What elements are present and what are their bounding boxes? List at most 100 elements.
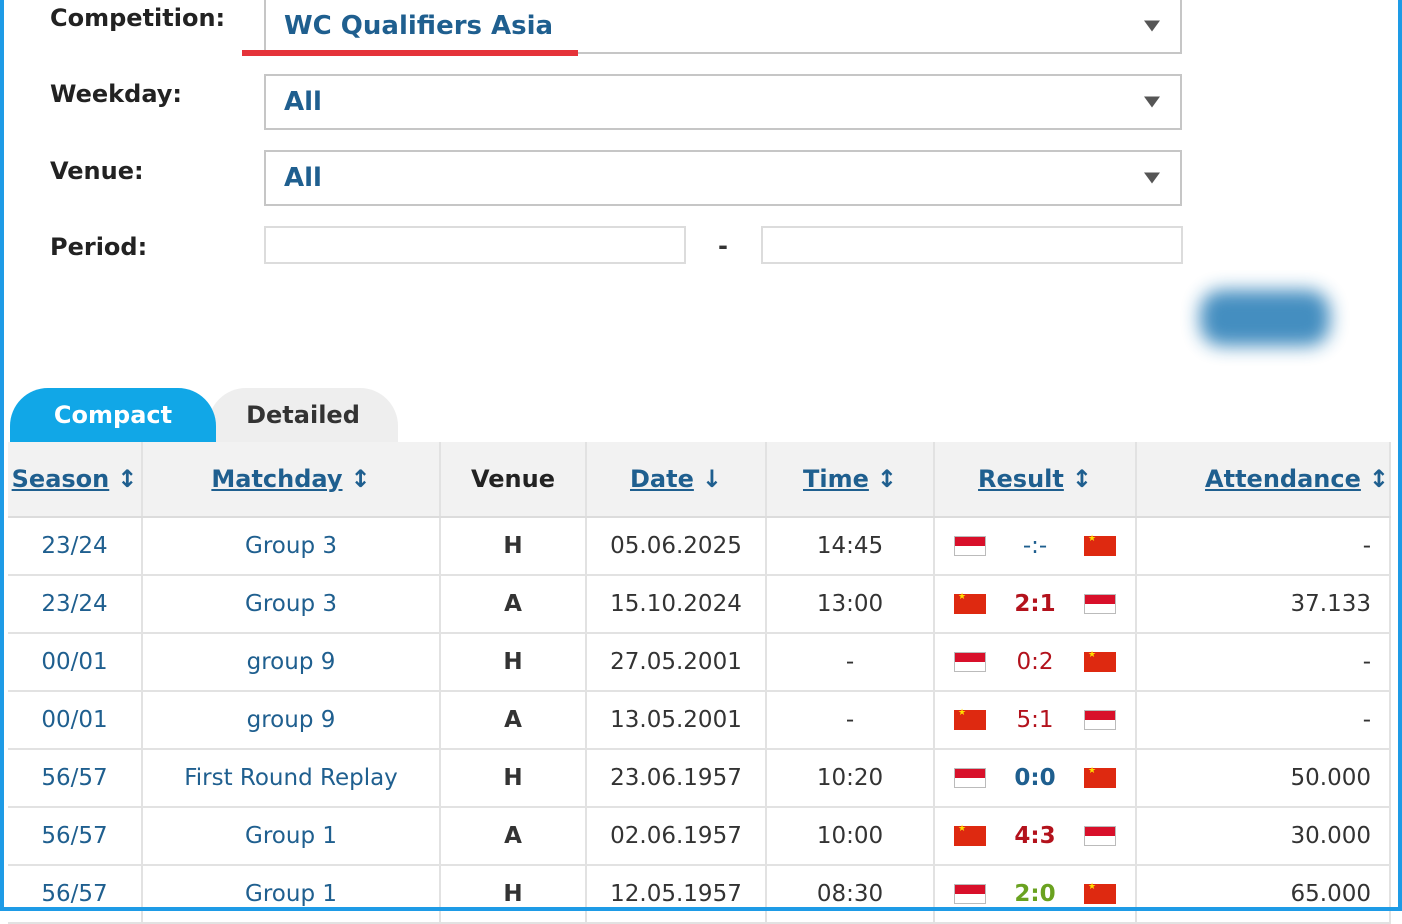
season-cell[interactable]: 00/01 bbox=[8, 691, 143, 750]
table-header-row: Season ↕ Matchday ↕ Venue Date ↓ Time ↕ Resu… bbox=[8, 442, 1391, 518]
date-cell: 23.06.1957 bbox=[586, 749, 767, 808]
date-cell: 05.06.2025 bbox=[586, 517, 767, 576]
attendance-cell: 65.000 bbox=[1136, 865, 1391, 924]
tab-detailed[interactable]: Detailed bbox=[208, 388, 398, 442]
result-cell[interactable]: 0:0 bbox=[934, 749, 1137, 808]
sort-down-icon: ↓ bbox=[701, 465, 722, 493]
sort-both-icon: ↕ bbox=[1368, 465, 1389, 493]
matchday-cell[interactable]: Group 3 bbox=[142, 517, 441, 576]
table-row: 23/24Group 3H05.06.202514:45 -:- - bbox=[8, 517, 1391, 576]
column-header-result[interactable]: Result ↕ bbox=[934, 442, 1137, 518]
matchday-cell[interactable]: Group 3 bbox=[142, 575, 441, 634]
column-header-time[interactable]: Time ↕ bbox=[766, 442, 935, 518]
sort-both-icon: ↕ bbox=[876, 465, 897, 493]
season-cell[interactable]: 56/57 bbox=[8, 865, 143, 924]
time-cell: - bbox=[766, 633, 935, 692]
indonesia-flag-icon bbox=[1083, 710, 1116, 730]
result-cell[interactable]: 4:3 bbox=[934, 807, 1137, 866]
result-cell[interactable]: 2:1 bbox=[934, 575, 1137, 634]
venue-cell: A bbox=[440, 807, 587, 866]
venue-select[interactable]: All bbox=[264, 150, 1182, 206]
indonesia-flag-icon bbox=[1084, 594, 1116, 614]
china-flag-icon bbox=[954, 592, 986, 614]
weekday-select[interactable]: All bbox=[264, 74, 1182, 130]
sort-both-icon: ↕ bbox=[1071, 465, 1092, 493]
attendance-cell: - bbox=[1136, 517, 1391, 576]
attendance-cell: 37.133 bbox=[1136, 575, 1391, 634]
table-row: 56/57Group 1A02.06.195710:00 4:3 30.000 bbox=[8, 807, 1391, 866]
period-from-input[interactable] bbox=[264, 226, 686, 264]
venue-label: Venue: bbox=[50, 157, 144, 185]
table-row: 00/01group 9A13.05.2001-5:1- bbox=[8, 691, 1391, 750]
attendance-cell: 30.000 bbox=[1136, 807, 1391, 866]
score[interactable]: 2:0 bbox=[1014, 881, 1055, 907]
date-cell: 12.05.1957 bbox=[586, 865, 767, 924]
result-cell[interactable]: 0:2 bbox=[934, 633, 1137, 692]
matchday-cell[interactable]: Group 1 bbox=[142, 807, 441, 866]
china-flag-icon bbox=[1084, 882, 1116, 904]
indonesia-flag-icon bbox=[954, 884, 986, 904]
season-cell[interactable]: 00/01 bbox=[8, 633, 143, 692]
sort-both-icon: ↕ bbox=[117, 465, 138, 493]
column-header-venue: Venue bbox=[440, 442, 587, 518]
table-row: 23/24Group 3A15.10.202413:00 2:1 37.133 bbox=[8, 575, 1391, 634]
season-cell[interactable]: 56/57 bbox=[8, 749, 143, 808]
time-cell: 10:20 bbox=[766, 749, 935, 808]
time-cell: 08:30 bbox=[766, 865, 935, 924]
season-cell[interactable]: 56/57 bbox=[8, 807, 143, 866]
result-cell[interactable]: -:- bbox=[934, 517, 1137, 576]
matchday-cell[interactable]: group 9 bbox=[142, 691, 441, 750]
china-flag-icon bbox=[954, 824, 986, 846]
chevron-down-icon bbox=[1144, 96, 1160, 108]
results-table: Season ↕ Matchday ↕ Venue Date ↓ Time ↕ Resu… bbox=[8, 442, 1391, 924]
submit-button[interactable] bbox=[1200, 290, 1330, 346]
score[interactable]: 0:2 bbox=[1016, 649, 1053, 675]
attendance-cell: 50.000 bbox=[1136, 749, 1391, 808]
date-cell: 27.05.2001 bbox=[586, 633, 767, 692]
time-cell: 14:45 bbox=[766, 517, 935, 576]
matchday-cell[interactable]: group 9 bbox=[142, 633, 441, 692]
highlight-underline bbox=[242, 50, 578, 56]
time-cell: 10:00 bbox=[766, 807, 935, 866]
period-separator: - bbox=[718, 232, 728, 260]
score[interactable]: 2:1 bbox=[1014, 591, 1055, 617]
result-cell[interactable]: 5:1 bbox=[934, 691, 1137, 750]
period-label: Period: bbox=[50, 233, 148, 261]
period-to-input[interactable] bbox=[761, 226, 1183, 264]
weekday-value: All bbox=[284, 87, 322, 117]
time-cell: - bbox=[766, 691, 935, 750]
tab-compact[interactable]: Compact bbox=[10, 388, 216, 442]
table-row: 56/57Group 1H12.05.195708:30 2:0 65.000 bbox=[8, 865, 1391, 924]
table-row: 00/01group 9H27.05.2001-0:2- bbox=[8, 633, 1391, 692]
competition-value: WC Qualifiers Asia bbox=[284, 11, 554, 41]
score[interactable]: 4:3 bbox=[1014, 823, 1055, 849]
season-cell[interactable]: 23/24 bbox=[8, 517, 143, 576]
score[interactable]: -:- bbox=[1023, 533, 1047, 559]
venue-cell: A bbox=[440, 575, 587, 634]
competition-select[interactable]: WC Qualifiers Asia bbox=[264, 0, 1182, 54]
matchday-cell[interactable]: Group 1 bbox=[142, 865, 441, 924]
weekday-label: Weekday: bbox=[50, 80, 183, 108]
venue-cell: H bbox=[440, 517, 587, 576]
venue-cell: H bbox=[440, 749, 587, 808]
column-header-attendance[interactable]: Attendance ↕ bbox=[1136, 442, 1391, 518]
china-flag-icon bbox=[954, 708, 986, 730]
score[interactable]: 5:1 bbox=[1016, 707, 1053, 733]
column-header-matchday[interactable]: Matchday ↕ bbox=[142, 442, 441, 518]
column-header-date[interactable]: Date ↓ bbox=[586, 442, 767, 518]
season-cell[interactable]: 23/24 bbox=[8, 575, 143, 634]
column-header-season[interactable]: Season ↕ bbox=[8, 442, 143, 518]
indonesia-flag-icon bbox=[954, 768, 986, 788]
china-flag-icon bbox=[1083, 650, 1116, 672]
venue-cell: A bbox=[440, 691, 587, 750]
attendance-cell: - bbox=[1136, 691, 1391, 750]
time-cell: 13:00 bbox=[766, 575, 935, 634]
matchday-cell[interactable]: First Round Replay bbox=[142, 749, 441, 808]
sort-both-icon: ↕ bbox=[350, 465, 371, 493]
venue-cell: H bbox=[440, 865, 587, 924]
table-row: 56/57 First Round Replay H 23.06.1957 10:20 0… bbox=[8, 749, 1391, 808]
result-cell[interactable]: 2:0 bbox=[934, 865, 1137, 924]
indonesia-flag-icon bbox=[954, 652, 986, 672]
score[interactable]: 0:0 bbox=[1014, 765, 1055, 791]
indonesia-flag-icon bbox=[954, 536, 986, 556]
